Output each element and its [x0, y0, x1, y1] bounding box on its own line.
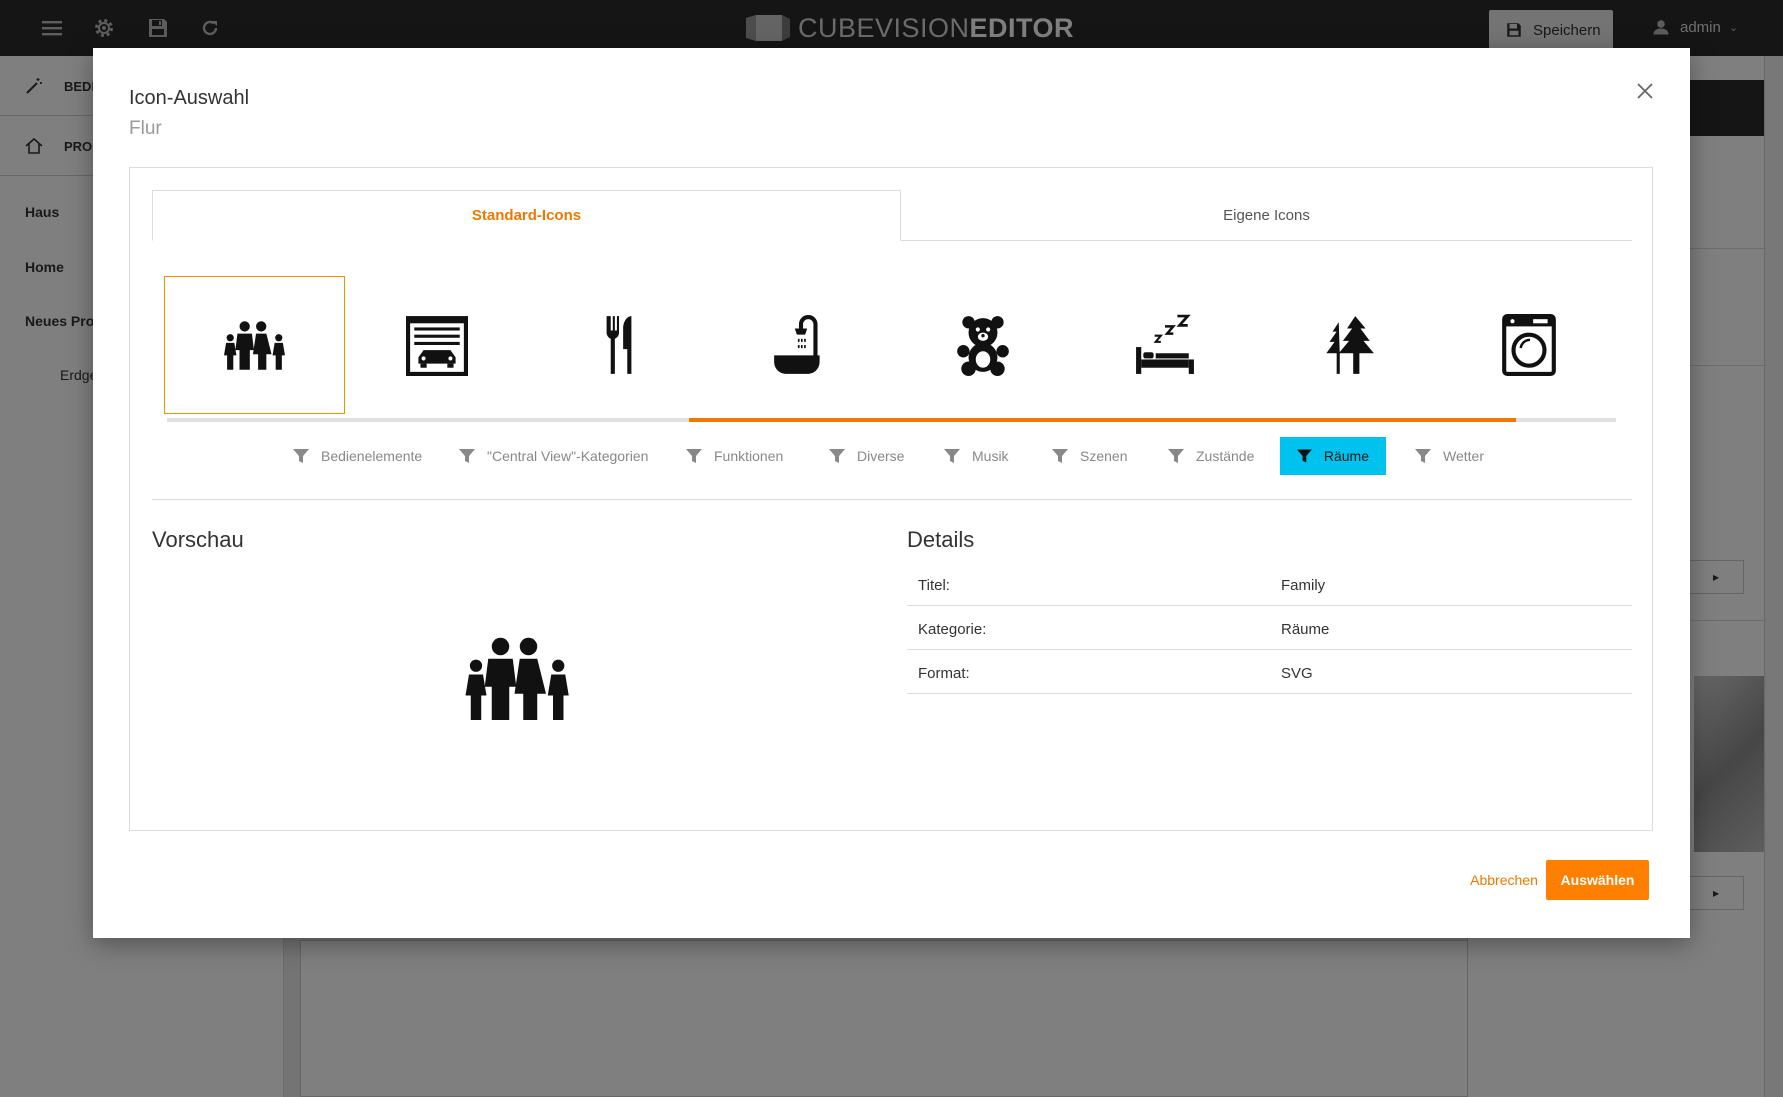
- details-value: Räume: [1281, 621, 1330, 638]
- details-key: Format:: [918, 665, 970, 682]
- filter-label: Zustände: [1196, 448, 1255, 464]
- details-value: Family: [1281, 577, 1326, 594]
- icon-option-family[interactable]: [164, 276, 345, 414]
- tab-eigene-icons[interactable]: Eigene Icons: [901, 190, 1632, 241]
- filter-icon: [293, 449, 309, 463]
- dialog-subtitle: Flur: [129, 118, 162, 139]
- carousel-scroll-thumb[interactable]: [689, 418, 1516, 422]
- filter-szenen[interactable]: Szenen: [1035, 437, 1144, 475]
- icon-selection-dialog: Icon-Auswahl Flur Standard-Icons Eigene …: [93, 48, 1690, 938]
- filter-label: "Central View"-Kategorien: [487, 448, 649, 464]
- filter-icon: [686, 449, 702, 463]
- filter-funktionen[interactable]: Funktionen: [669, 437, 800, 475]
- filter-label: Bedienelemente: [321, 448, 423, 464]
- filter-label: Musik: [972, 448, 1009, 464]
- filter-label: Wetter: [1443, 448, 1484, 464]
- filter-bedienelemente[interactable]: Bedienelemente: [276, 437, 439, 475]
- filter-raeume[interactable]: Räume: [1280, 437, 1386, 475]
- icon-option-restaurant[interactable]: [528, 276, 709, 414]
- filter-label: Räume: [1323, 448, 1369, 464]
- bed-sleep-icon: [1135, 314, 1194, 374]
- filter-central-view-kategorien[interactable]: "Central View"-Kategorien: [442, 437, 665, 475]
- bathtub-shower-icon: [773, 315, 820, 374]
- details-row-title: Titel: Family: [907, 562, 1632, 606]
- icon-option-garage[interactable]: [346, 276, 527, 414]
- filter-icon: [1415, 449, 1431, 463]
- tab-standard-icons[interactable]: Standard-Icons: [152, 190, 901, 241]
- cancel-button[interactable]: Abbrechen: [1446, 860, 1562, 900]
- trees-icon: [1325, 316, 1374, 374]
- filter-icon: [1168, 449, 1184, 463]
- family-icon: [465, 637, 569, 720]
- icon-picker-panel: Standard-Icons Eigene Icons Bedienelemen…: [129, 167, 1653, 831]
- filter-label: Szenen: [1080, 448, 1128, 464]
- dialog-title: Icon-Auswahl: [129, 87, 250, 109]
- icon-option-laundry[interactable]: [1438, 276, 1619, 414]
- select-button[interactable]: Auswählen: [1546, 860, 1649, 900]
- details-value: SVG: [1281, 665, 1313, 682]
- icon-option-bathroom[interactable]: [710, 276, 891, 414]
- family-icon: [223, 321, 285, 370]
- carousel-scrollbar[interactable]: [167, 418, 1616, 422]
- details-table: Titel: Family Kategorie: Räume Format: S…: [907, 562, 1632, 694]
- filter-icon: [829, 449, 845, 463]
- teddy-bear-icon: [956, 316, 1009, 376]
- details-row-category: Kategorie: Räume: [907, 606, 1632, 650]
- filter-icon: [944, 449, 960, 463]
- filter-icon: [1052, 449, 1068, 463]
- fork-knife-icon: [606, 316, 631, 374]
- washing-machine-icon: [1501, 314, 1556, 376]
- filter-icon: [459, 449, 475, 463]
- details-row-format: Format: SVG: [907, 650, 1632, 694]
- filter-zustaende[interactable]: Zustände: [1151, 437, 1271, 475]
- filter-musik[interactable]: Musik: [927, 437, 1026, 475]
- preview-image: [460, 636, 576, 720]
- details-key: Titel:: [918, 577, 950, 594]
- filter-label: Funktionen: [714, 448, 784, 464]
- section-divider: [152, 499, 1632, 500]
- close-button[interactable]: [1634, 80, 1656, 102]
- icon-option-kids-room[interactable]: [892, 276, 1073, 414]
- details-title: Details: [907, 527, 975, 552]
- garage-icon: [405, 316, 468, 376]
- details-key: Kategorie:: [918, 621, 987, 638]
- filter-wetter[interactable]: Wetter: [1398, 437, 1501, 475]
- filter-icon: [1297, 449, 1312, 463]
- close-icon: [1637, 83, 1653, 99]
- filter-diverse[interactable]: Diverse: [812, 437, 921, 475]
- filter-label: Diverse: [857, 448, 905, 464]
- icon-option-garden[interactable]: [1256, 276, 1437, 414]
- icon-option-bedroom[interactable]: [1074, 276, 1255, 414]
- preview-title: Vorschau: [152, 527, 244, 552]
